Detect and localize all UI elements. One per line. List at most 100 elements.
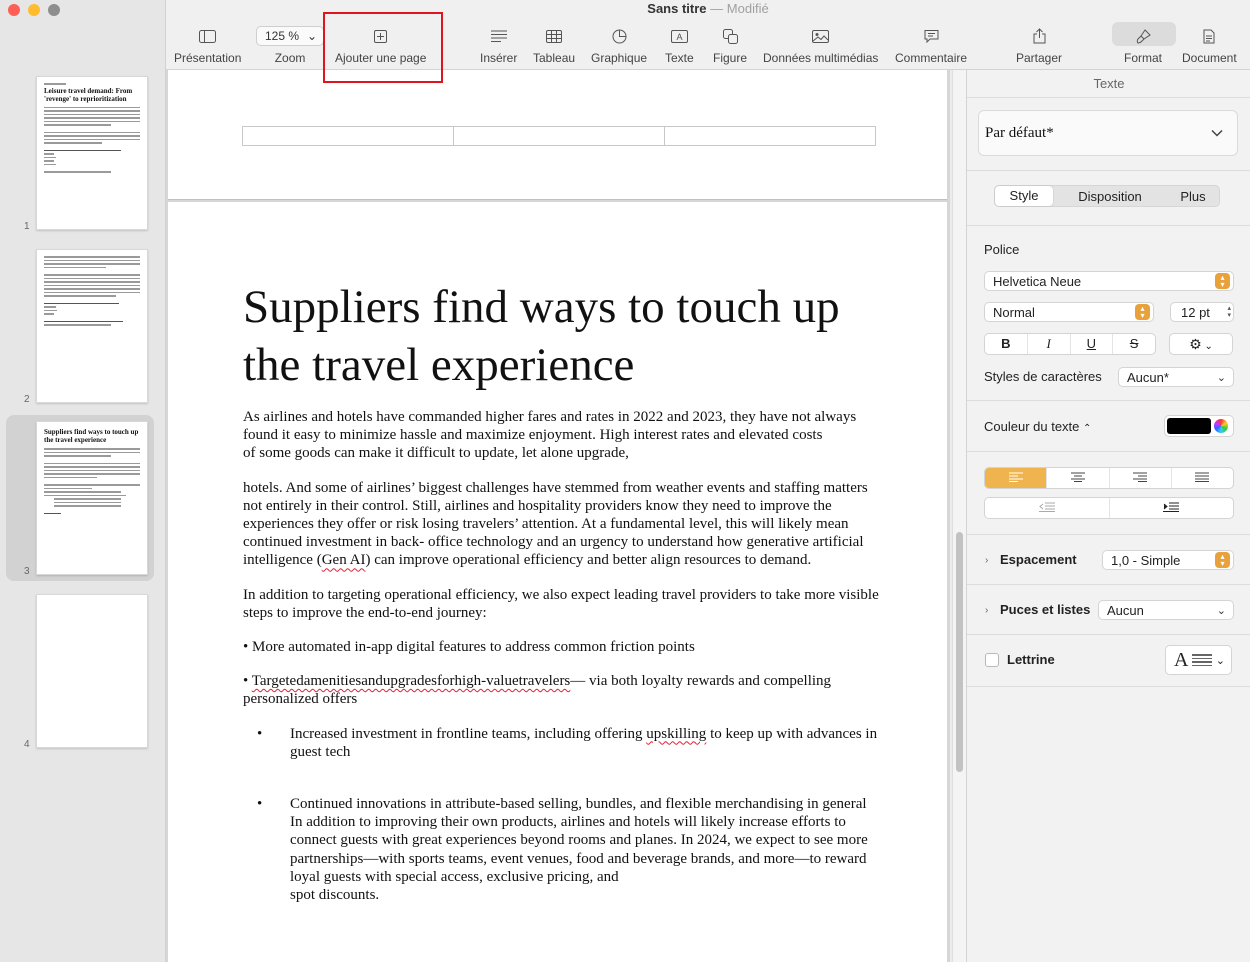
- chart-button[interactable]: Graphique: [591, 26, 647, 65]
- sub-bullet-2[interactable]: Continued innovations in attribute-based…: [243, 795, 883, 904]
- sub-bullet-2-line-1: Continued innovations in attribute-based…: [290, 796, 867, 813]
- svg-text:A: A: [676, 32, 682, 42]
- presentation-button[interactable]: Présentation: [174, 26, 241, 65]
- format-button[interactable]: Format: [1124, 26, 1162, 65]
- paragraph-3[interactable]: In addition to targeting operational eff…: [243, 586, 883, 622]
- insert-button[interactable]: Insérer: [480, 26, 517, 65]
- shape-icon: [722, 26, 738, 46]
- format-inspector: Texte Par défaut* Style Disposition Plus…: [966, 70, 1250, 962]
- table-cell[interactable]: [243, 127, 454, 145]
- strikethrough-button[interactable]: S: [1113, 334, 1155, 354]
- tab-style[interactable]: Style: [995, 186, 1053, 206]
- page-thumbnail-1[interactable]: Leisure travel demand: From 'revenge' to…: [6, 70, 154, 236]
- bullets-select[interactable]: Aucun ⌄: [1098, 600, 1234, 620]
- thumbnail-title: Suppliers find ways to touch up the trav…: [44, 428, 139, 444]
- dropcap-style-select[interactable]: A ⌄: [1165, 645, 1232, 675]
- page-thumbnail-2[interactable]: 2: [6, 243, 154, 409]
- font-size-stepper[interactable]: 12 pt ▴ ▾: [1170, 302, 1234, 322]
- zoom-window-button[interactable]: [48, 4, 60, 16]
- table-cell[interactable]: [665, 127, 875, 145]
- title-separator: —: [710, 1, 724, 16]
- table-button[interactable]: Tableau: [533, 26, 575, 65]
- comment-button[interactable]: Commentaire: [895, 26, 967, 65]
- align-left-button[interactable]: [985, 468, 1048, 488]
- zoom-select[interactable]: 125 % ⌄: [256, 26, 325, 46]
- share-label: Partager: [1016, 51, 1063, 65]
- window-title: Sans titre — Modifié: [166, 1, 1250, 16]
- text-button[interactable]: A Texte: [665, 26, 694, 65]
- media-button[interactable]: Données multimédias: [763, 26, 878, 65]
- sidebar-icon: [199, 26, 217, 46]
- sub-bullet-1[interactable]: Increased investment in frontline teams,…: [243, 725, 883, 761]
- dropcap-letter: A: [1174, 649, 1189, 671]
- vertical-scrollbar[interactable]: [952, 70, 966, 962]
- increase-indent-button[interactable]: [1108, 498, 1234, 518]
- insert-label: Insérer: [480, 51, 518, 65]
- underline-button[interactable]: U: [1071, 334, 1114, 354]
- document-button[interactable]: Document: [1182, 26, 1237, 65]
- updown-chevron-icon: ⌃: [1083, 423, 1092, 434]
- font-family-select[interactable]: Helvetica Neue ▴ ▾: [984, 271, 1234, 291]
- bullets-label[interactable]: Puces et listes: [1000, 602, 1090, 617]
- current-page[interactable]: Suppliers find ways to touch up the trav…: [168, 202, 947, 962]
- divider: [967, 170, 1250, 171]
- color-swatch[interactable]: [1167, 418, 1211, 434]
- paragraph-1[interactable]: As airlines and hotels have commanded hi…: [243, 408, 883, 463]
- font-weight-select[interactable]: Normal ▴ ▾: [984, 302, 1154, 322]
- zoom-control[interactable]: 125 % ⌄ Zoom: [256, 26, 325, 65]
- format-label: Format: [1124, 51, 1163, 65]
- decrease-indent-button[interactable]: [985, 498, 1109, 518]
- italic-button[interactable]: I: [1028, 334, 1071, 354]
- text-color-label[interactable]: Couleur du texte ⌃: [984, 419, 1091, 434]
- justify-button[interactable]: [1172, 468, 1233, 488]
- chevron-right-icon[interactable]: ›: [985, 555, 988, 566]
- divider: [967, 584, 1250, 585]
- document-canvas[interactable]: Suppliers find ways to touch up the trav…: [166, 70, 950, 962]
- tab-layout[interactable]: Disposition: [1053, 189, 1167, 204]
- indent-buttons: [984, 497, 1234, 519]
- spacing-select[interactable]: 1,0 - Simple ▴ ▾: [1102, 550, 1234, 570]
- align-right-button[interactable]: [1110, 468, 1172, 488]
- tab-more[interactable]: Plus: [1167, 189, 1219, 204]
- table-cell[interactable]: [454, 127, 665, 145]
- color-wheel-icon[interactable]: [1214, 419, 1228, 433]
- close-window-button[interactable]: [8, 4, 20, 16]
- align-center-icon: [1070, 472, 1085, 482]
- divider: [967, 451, 1250, 452]
- page-heading[interactable]: Suppliers find ways to touch up the trav…: [243, 278, 883, 394]
- bold-button[interactable]: B: [985, 334, 1028, 354]
- bullet-2[interactable]: • Targetedamenitiesandupgradesforhigh-va…: [243, 672, 883, 708]
- text-options-button[interactable]: ⚙ ⌄: [1169, 333, 1233, 355]
- align-center-button[interactable]: [1047, 468, 1110, 488]
- page-thumbnail-3[interactable]: Suppliers find ways to touch up the trav…: [6, 415, 154, 581]
- zoom-value: 125 %: [265, 29, 300, 43]
- bullet-1[interactable]: • More automated in-app digital features…: [243, 638, 883, 656]
- page-thumbnail-4[interactable]: 4: [6, 588, 154, 754]
- paragraph-2[interactable]: hotels. And some of airlines’ biggest ch…: [243, 479, 883, 570]
- chart-label: Graphique: [591, 51, 648, 65]
- page-number: 1: [24, 221, 30, 232]
- spacing-label[interactable]: Espacement: [1000, 552, 1077, 567]
- window-controls: [8, 4, 60, 16]
- page-content[interactable]: Suppliers find ways to touch up the trav…: [243, 278, 883, 904]
- add-page-icon: [374, 26, 388, 46]
- scrollbar-thumb[interactable]: [956, 532, 963, 772]
- chevron-down-icon: ⌄: [1201, 341, 1213, 352]
- minimize-window-button[interactable]: [28, 4, 40, 16]
- toolbar: Sans titre — Modifié Présentation 125 % …: [166, 0, 1250, 70]
- chevron-right-icon[interactable]: ›: [985, 605, 988, 616]
- add-page-button[interactable]: Ajouter une page: [335, 26, 426, 65]
- page-number: 3: [24, 566, 30, 577]
- text-color-well[interactable]: [1164, 415, 1234, 437]
- table-row[interactable]: [242, 126, 876, 146]
- stepper-arrows-icon[interactable]: ▴ ▾: [1227, 305, 1231, 319]
- share-icon: [1033, 26, 1046, 46]
- share-button[interactable]: Partager: [1016, 26, 1062, 65]
- align-right-icon: [1133, 472, 1148, 482]
- shape-button[interactable]: Figure: [713, 26, 747, 65]
- table-icon: [546, 26, 563, 46]
- dropcap-checkbox[interactable]: [985, 653, 999, 667]
- document-label: Document: [1182, 51, 1237, 65]
- char-styles-select[interactable]: Aucun* ⌄: [1118, 367, 1234, 387]
- paragraph-style-dropdown[interactable]: Par défaut*: [978, 110, 1238, 156]
